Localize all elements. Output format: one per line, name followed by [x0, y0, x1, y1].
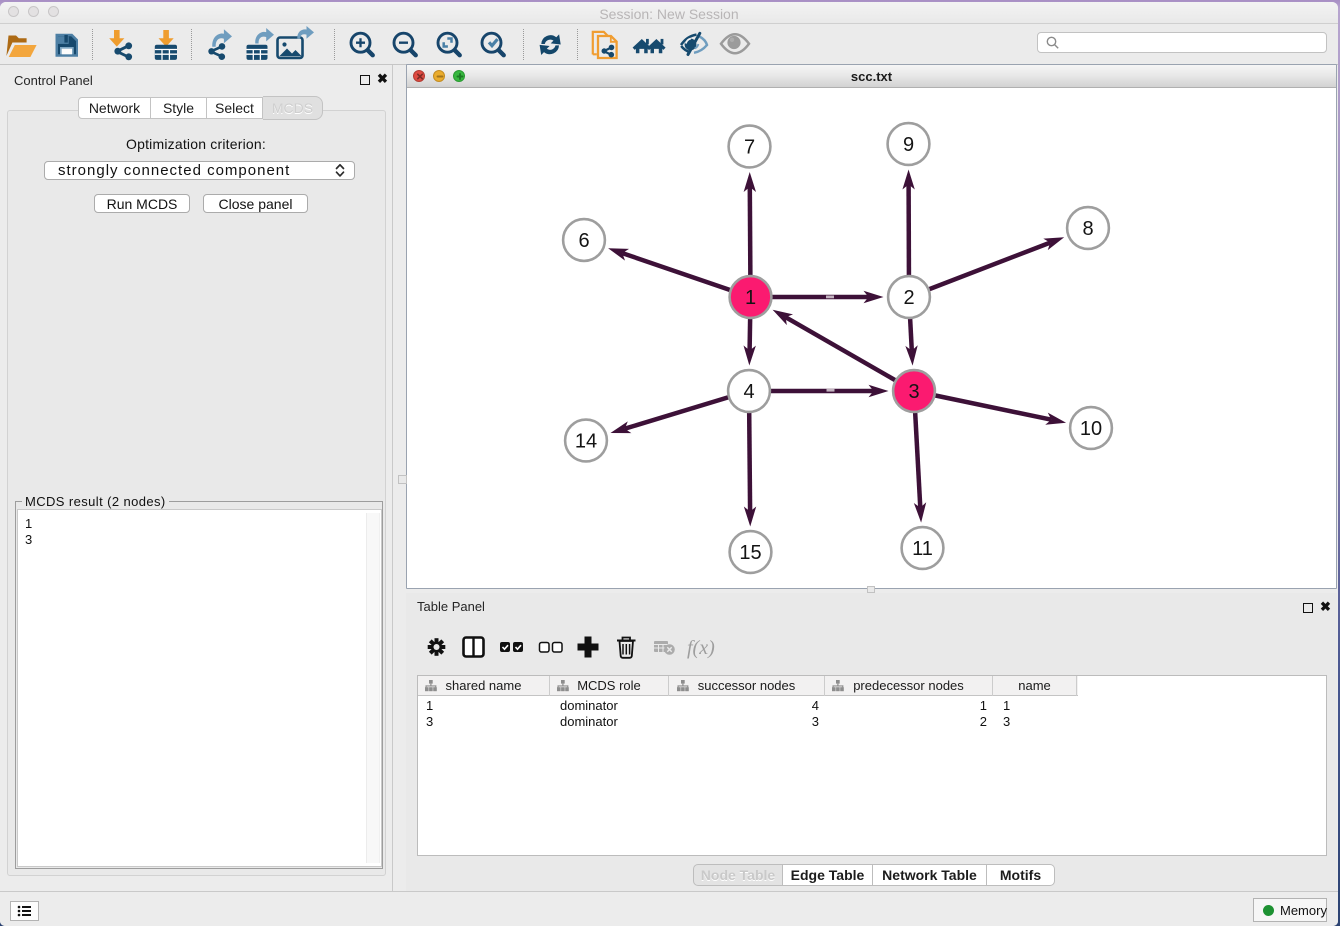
svg-text:10: 10 — [1080, 418, 1102, 440]
svg-text:9: 9 — [903, 134, 914, 156]
svg-text:2: 2 — [903, 287, 914, 309]
svg-text:11: 11 — [912, 538, 933, 560]
svg-text:6: 6 — [578, 230, 589, 252]
svg-text:8: 8 — [1082, 218, 1093, 240]
svg-text:14: 14 — [575, 431, 597, 453]
svg-text:3: 3 — [908, 381, 919, 403]
svg-text:7: 7 — [744, 137, 755, 159]
svg-text:1: 1 — [745, 287, 756, 309]
svg-text:4: 4 — [743, 381, 754, 403]
svg-text:15: 15 — [739, 542, 761, 564]
svg-text:f(x): f(x) — [687, 637, 715, 659]
